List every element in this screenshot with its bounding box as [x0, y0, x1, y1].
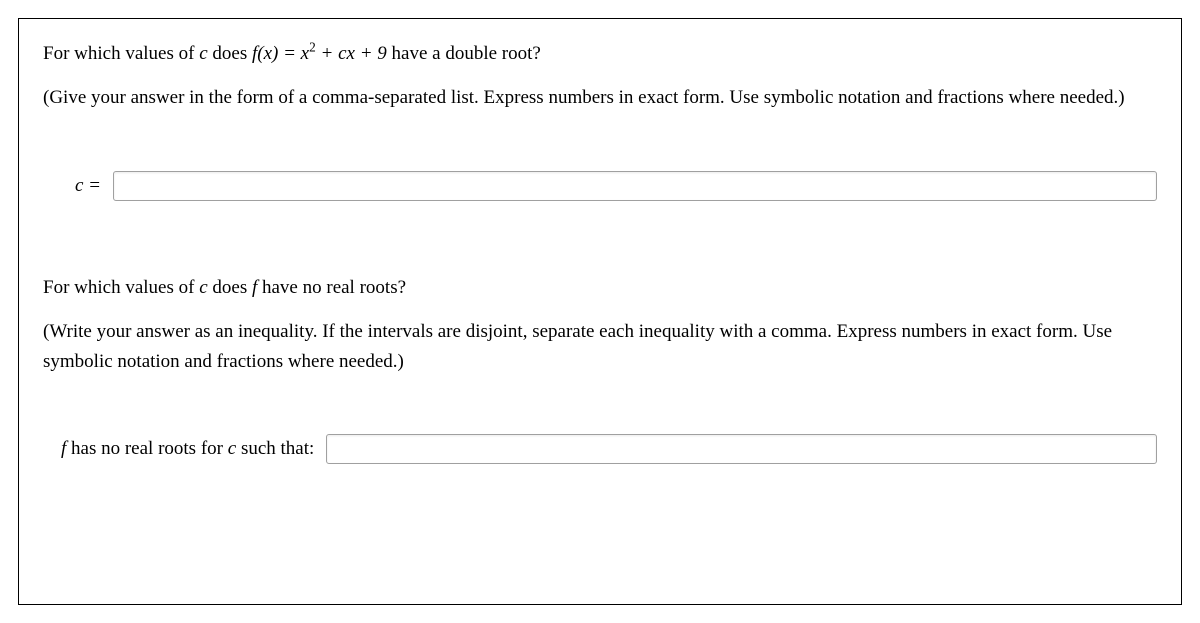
label-end: such that: [236, 438, 314, 459]
question-1-instruction: (Give your answer in the form of a comma… [43, 83, 1157, 112]
inequality-input[interactable] [326, 434, 1157, 464]
c-equals-label: c = [75, 175, 101, 197]
label-rest: has no real roots for [66, 438, 227, 459]
answer-row-2: f has no real roots for c such that: [43, 434, 1157, 464]
q1-func-rhs: + cx + 9 [316, 43, 387, 64]
q2-var-c: c [199, 277, 207, 298]
q1-func-lhs: f(x) = x [252, 43, 309, 64]
q2-text-mid: does [208, 277, 252, 298]
c-value-input[interactable] [113, 171, 1157, 201]
q1-func-exp: 2 [309, 40, 316, 55]
q2-text-post: have no real roots? [257, 277, 406, 298]
q1-var-c: c [199, 43, 207, 64]
no-real-roots-label: f has no real roots for c such that: [61, 438, 314, 460]
problem-container: For which values of c does f(x) = x2 + c… [18, 18, 1182, 605]
answer-row-1: c = [43, 171, 1157, 201]
question-1-prompt: For which values of c does f(x) = x2 + c… [43, 39, 1157, 69]
q2-text-pre: For which values of [43, 277, 199, 298]
question-2-prompt: For which values of c does f have no rea… [43, 273, 1157, 303]
q1-text-pre: For which values of [43, 43, 199, 64]
question-2-instruction: (Write your answer as an inequality. If … [43, 317, 1157, 376]
q1-text-post: have a double root? [387, 43, 541, 64]
label-c: c [228, 438, 236, 459]
q1-text-mid: does [208, 43, 252, 64]
